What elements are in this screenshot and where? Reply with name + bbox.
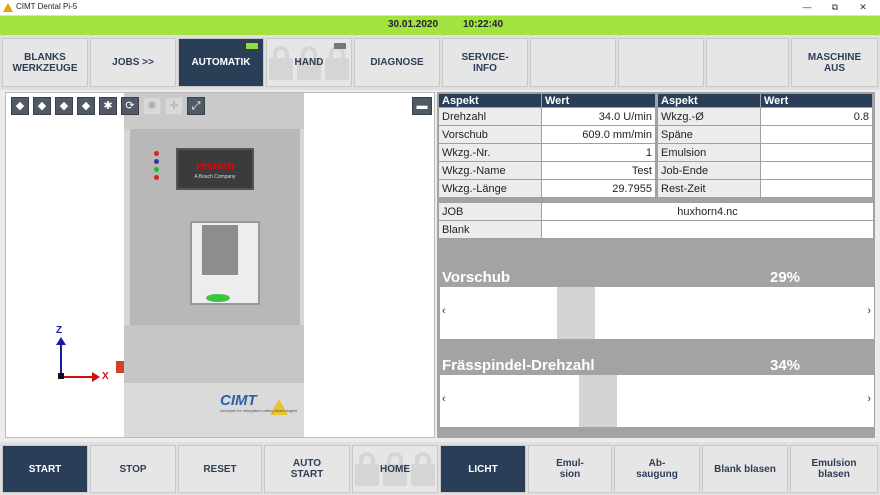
emergency-button-model — [116, 361, 124, 373]
licht-button[interactable]: LICHT — [440, 445, 526, 493]
emulsion-blasen-button[interactable]: Emulsion blasen — [790, 445, 878, 493]
service-info-button[interactable]: SERVICE- INFO — [442, 38, 528, 87]
hand-button[interactable]: HAND — [266, 38, 352, 87]
top-view-icon[interactable]: ◆ — [77, 97, 95, 115]
job-table: JOB huxhorn4.nc Blank — [438, 202, 874, 239]
blank-blasen-button[interactable]: Blank blasen — [702, 445, 788, 493]
lock-icon — [269, 45, 293, 80]
jobs-button[interactable]: JOBS >> — [90, 38, 176, 87]
lock-icon — [411, 452, 435, 486]
zoom-icon[interactable]: ✺ — [143, 97, 161, 115]
auto-start-button[interactable]: AUTO START — [264, 445, 350, 493]
minimize-button[interactable]: — — [795, 0, 819, 16]
automatik-button[interactable]: AUTOMATIK — [178, 38, 264, 87]
blank-value — [541, 220, 874, 239]
table-row: Drehzahl 34.0 U/min — [438, 107, 656, 126]
status-date: 30.01.2020 — [388, 19, 439, 30]
blank-row: Blank — [438, 220, 874, 239]
cimt-logo: CIMT — [220, 392, 257, 409]
spindle-slider-thumb[interactable] — [579, 375, 617, 427]
machine-3d-view[interactable]: rexroth A Bosch Company CIMT concepts fo… — [5, 92, 435, 438]
rotate-icon[interactable]: ⟳ — [121, 97, 139, 115]
spindle-slider-label: Frässpindel-Drehzahl — [442, 357, 595, 374]
close-button[interactable]: ✕ — [851, 0, 875, 16]
empty-button-2[interactable] — [618, 38, 704, 87]
empty-button-3[interactable] — [706, 38, 789, 87]
job-filename: huxhorn4.nc — [541, 202, 874, 221]
spindle-decrease-arrow[interactable]: ‹ — [442, 393, 446, 405]
y-axis-icon — [58, 373, 64, 379]
spindle — [202, 225, 238, 275]
feed-slider-thumb[interactable] — [557, 287, 595, 339]
window-title: CIMT Dental Pi-5 — [16, 2, 78, 11]
machine-model: rexroth A Bosch Company CIMT concepts fo… — [124, 93, 304, 437]
emulsion-button[interactable]: Emul- sion — [528, 445, 612, 493]
table-row: Vorschub 609.0 mm/min — [438, 125, 656, 144]
spindle-increase-arrow[interactable]: › — [867, 393, 871, 405]
status-time: 10:22:40 — [463, 19, 504, 30]
stop-button[interactable]: STOP — [90, 445, 176, 493]
pan-icon[interactable]: ✛ — [165, 97, 183, 115]
table-row: Wkzg.-Name Test — [438, 161, 656, 180]
table-row: Späne — [657, 125, 873, 144]
table-row: Emulsion — [657, 143, 873, 162]
home-button[interactable]: HOME — [352, 445, 438, 493]
status-bar: 30.01.2020 10:22:40 — [0, 16, 880, 35]
start-button[interactable]: START — [2, 445, 88, 493]
mode-indicator — [334, 43, 346, 49]
x-axis-label: X — [102, 371, 109, 382]
spindle-slider-percent: 34% — [770, 357, 801, 374]
feed-increase-arrow[interactable]: › — [867, 305, 871, 317]
empty-button-1[interactable] — [530, 38, 616, 87]
top-toolbar: BLANKS WERKZEUGE JOBS >> AUTOMATIK HAND … — [0, 35, 880, 90]
z-axis-label: Z — [56, 325, 63, 336]
absaugung-button[interactable]: Ab- saugung — [614, 445, 700, 493]
camera-icon[interactable]: ▬ — [412, 97, 432, 115]
side-view-icon[interactable]: ◆ — [55, 97, 73, 115]
info-panel: Aspekt Wert Drehzahl 34.0 U/min Vorschub 60… — [437, 92, 875, 438]
table-row: Wkzg.-Länge 29.7955 — [438, 179, 656, 198]
iso-view-icon[interactable]: ◆ — [11, 97, 29, 115]
front-view-icon[interactable]: ◆ — [33, 97, 51, 115]
bottom-toolbar: START STOP RESET AUTO START HOME LICHT E… — [0, 442, 880, 495]
feed-slider-label: Vorschub — [442, 269, 511, 286]
app-logo-icon — [3, 3, 13, 12]
feed-decrease-arrow[interactable]: ‹ — [442, 305, 446, 317]
restore-button[interactable]: ⧉ — [823, 0, 847, 16]
reset-button[interactable]: RESET — [178, 445, 262, 493]
job-row: JOB huxhorn4.nc — [438, 202, 874, 221]
table-row: Rest-Zeit — [657, 179, 873, 198]
fit-view-icon[interactable]: ✱ — [99, 97, 117, 115]
active-indicator — [246, 43, 258, 49]
maschine-aus-button[interactable]: MASCHINE AUS — [791, 38, 878, 87]
table-row: Wkzg.-Ø 0.8 — [657, 107, 873, 126]
control-panel-screen: rexroth A Bosch Company — [176, 148, 254, 190]
fullscreen-icon[interactable]: ⤢ — [187, 97, 205, 115]
diagnose-button[interactable]: DIAGNOSE — [354, 38, 440, 87]
table-row: Job-Ende — [657, 161, 873, 180]
blanks-werkzeuge-button[interactable]: BLANKS WERKZEUGE — [2, 38, 88, 87]
workpiece — [206, 294, 230, 302]
lock-icon — [355, 452, 379, 486]
table-row: Wkzg.-Nr. 1 — [438, 143, 656, 162]
aspect-table-right: Aspekt Wert Wkzg.-Ø 0.8 Späne Emulsion Job… — [657, 93, 873, 198]
title-bar: CIMT Dental Pi-5 — ⧉ ✕ — [0, 0, 880, 16]
aspect-table-left: Aspekt Wert Drehzahl 34.0 U/min Vorschub 60… — [438, 93, 656, 198]
lock-icon — [325, 45, 349, 80]
feed-override-slider[interactable]: ‹ › — [440, 287, 874, 339]
feed-slider-percent: 29% — [770, 269, 801, 286]
spindle-speed-slider[interactable]: ‹ › — [440, 375, 874, 427]
